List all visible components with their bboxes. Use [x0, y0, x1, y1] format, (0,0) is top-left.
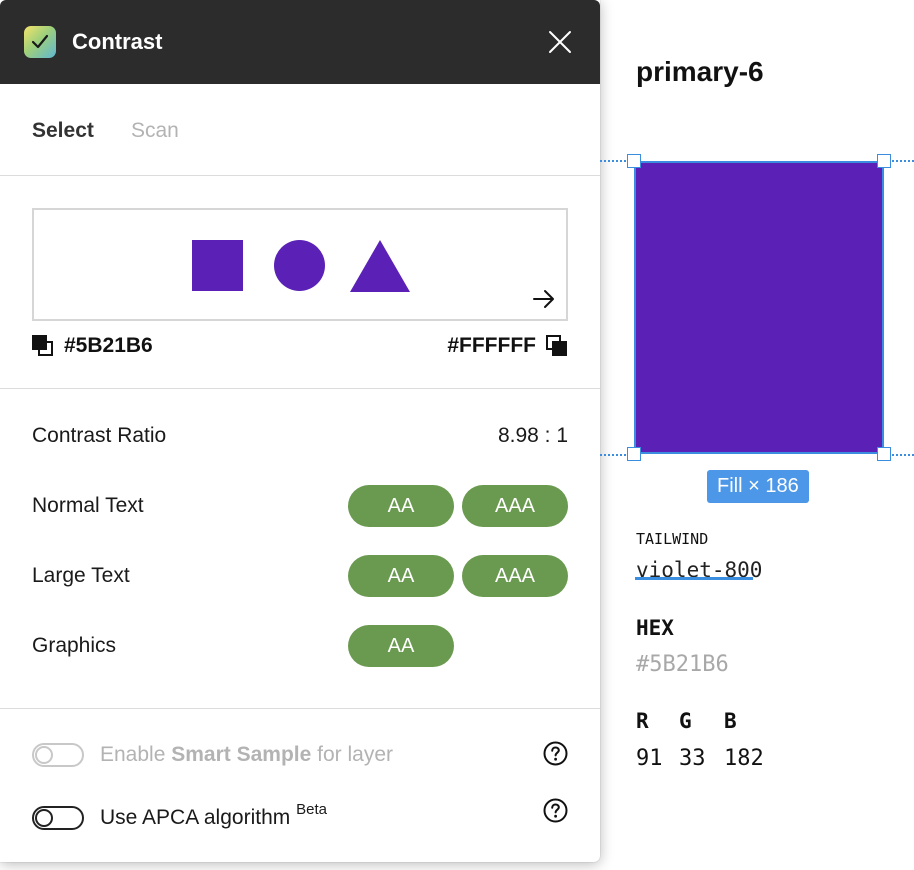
- contrast-ratio-label: Contrast Ratio: [32, 424, 167, 447]
- foreground-hex: #5B21B6: [64, 334, 153, 357]
- color-swatch-rectangle[interactable]: [634, 161, 884, 454]
- rgb-value-r: 91: [636, 746, 663, 771]
- options-section: Enable Smart Sample for layer Use APCA a…: [0, 709, 600, 862]
- contrast-app-icon: [24, 26, 56, 58]
- hex-label: HEX: [636, 616, 674, 640]
- plugin-titlebar: Contrast: [0, 0, 600, 84]
- arrow-right-icon[interactable]: [532, 287, 556, 311]
- contrast-ratio-value: 8.98 : 1: [497, 424, 568, 447]
- rgb-label-b: B: [724, 709, 737, 733]
- tab-scan[interactable]: Scan: [131, 119, 179, 143]
- large-text-aa-badge: AA: [348, 555, 454, 597]
- background-color-picker[interactable]: #FFFFFF: [447, 334, 568, 358]
- foreground-color-picker[interactable]: #5B21B6: [32, 334, 153, 358]
- graphics-label: Graphics: [32, 634, 117, 657]
- rgb-value-g: 33: [679, 746, 706, 771]
- help-icon[interactable]: [543, 798, 568, 823]
- contrast-plugin-panel: Contrast Select Scan #5B21B6 #FFFFFF Con…: [0, 0, 600, 862]
- contrast-results: Contrast Ratio 8.98 : 1 Normal Text AA A…: [0, 389, 600, 709]
- square-icon: [192, 240, 243, 291]
- plugin-title: Contrast: [72, 29, 163, 54]
- normal-text-aa-badge: AA: [348, 485, 454, 527]
- rgb-value-b: 182: [724, 746, 764, 771]
- normal-text-label: Normal Text: [32, 494, 144, 517]
- smart-sample-toggle[interactable]: [32, 743, 84, 767]
- triangle-icon: [350, 240, 410, 292]
- resize-handle-bottom-left[interactable]: [627, 447, 641, 461]
- close-icon[interactable]: [546, 28, 574, 56]
- tailwind-label: TAILWIND: [636, 530, 709, 548]
- resize-handle-bottom-right[interactable]: [877, 447, 891, 461]
- rgb-label-g: G: [679, 709, 692, 733]
- help-icon[interactable]: [543, 741, 568, 766]
- circle-icon: [274, 240, 325, 291]
- frame-title: primary-6: [636, 56, 764, 87]
- normal-text-aaa-badge: AAA: [462, 485, 568, 527]
- apca-label: Use APCA algorithm Beta: [100, 801, 327, 829]
- graphics-aa-badge: AA: [348, 625, 454, 667]
- apca-toggle[interactable]: [32, 806, 84, 830]
- tab-bar: Select Scan: [0, 84, 600, 176]
- text-selection-underline: [635, 577, 753, 580]
- tab-select[interactable]: Select: [32, 119, 94, 143]
- foreground-swatch-icon: [32, 335, 53, 356]
- background-swatch-icon: [546, 335, 567, 356]
- resize-handle-top-left[interactable]: [627, 154, 641, 168]
- color-preview-section: #5B21B6 #FFFFFF: [0, 176, 600, 389]
- size-badge: Fill × 186: [707, 470, 809, 503]
- large-text-label: Large Text: [32, 564, 130, 587]
- contrast-preview: [32, 208, 568, 321]
- smart-sample-label: Enable Smart Sample for layer: [100, 743, 393, 766]
- background-hex: #FFFFFF: [447, 334, 536, 357]
- rgb-label-r: R: [636, 709, 649, 733]
- large-text-aaa-badge: AAA: [462, 555, 568, 597]
- resize-handle-top-right[interactable]: [877, 154, 891, 168]
- hex-value: #5B21B6: [636, 652, 729, 677]
